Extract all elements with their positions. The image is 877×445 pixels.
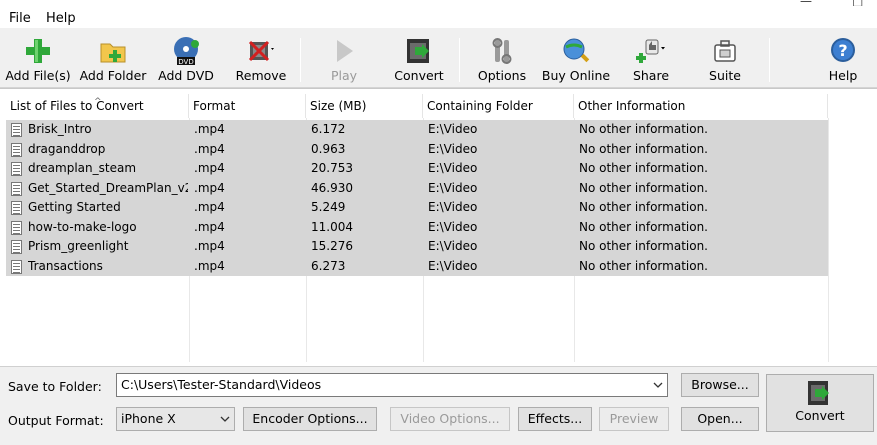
menu-bar: File Help: [0, 6, 877, 28]
svg-text:?: ?: [838, 41, 847, 60]
toolbar-separator: [300, 38, 301, 82]
video-file-icon: [11, 181, 22, 196]
sort-up-icon: ^: [94, 97, 102, 107]
wrench-icon: [487, 36, 517, 66]
column-header-format[interactable]: Format: [189, 94, 306, 118]
video-options-button[interactable]: Video Options...: [390, 407, 510, 431]
column-header-info[interactable]: Other Information: [574, 94, 828, 118]
add-folder-button[interactable]: Add Folder: [78, 36, 148, 86]
options-button[interactable]: Options: [475, 36, 529, 86]
column-header-name[interactable]: ^ List of Files to Convert: [6, 94, 189, 118]
dvd-icon: DVD: [171, 36, 201, 66]
remove-button[interactable]: Remove: [233, 36, 289, 86]
add-dvd-button[interactable]: DVD Add DVD: [157, 36, 215, 86]
svg-text:DVD: DVD: [178, 58, 193, 66]
table-row[interactable]: dreamplan_steam .mp4 20.753 E:\Video No …: [6, 159, 828, 179]
table-row[interactable]: Brisk_Intro .mp4 6.172 E:\Video No other…: [6, 120, 828, 140]
column-divider: [828, 118, 829, 362]
file-list-header: ^ List of Files to Convert Format Size (…: [6, 94, 828, 118]
table-row[interactable]: draganddrop .mp4 0.963 E:\Video No other…: [6, 139, 828, 159]
folder-plus-icon: [98, 36, 128, 66]
help-question-icon: ?: [828, 36, 858, 66]
toolbar: Add File(s) Add Folder DVD Add DVD Remov…: [0, 28, 877, 88]
save-to-folder-label: Save to Folder:: [8, 379, 102, 394]
table-row[interactable]: Transactions .mp4 6.273 E:\Video No othe…: [6, 256, 828, 276]
convert-filmstrip-icon: [806, 380, 834, 406]
toolbar-separator: [459, 38, 460, 82]
play-button[interactable]: Play: [324, 36, 364, 86]
table-row[interactable]: how-to-make-logo .mp4 11.004 E:\Video No…: [6, 217, 828, 237]
suite-briefcase-icon: [710, 36, 740, 66]
convert-toolbar-button[interactable]: Convert: [392, 36, 446, 86]
chevron-down-icon[interactable]: [653, 374, 663, 405]
menu-help[interactable]: Help: [46, 11, 76, 26]
preview-button[interactable]: Preview: [599, 407, 669, 431]
green-plus-icon: [23, 36, 53, 66]
table-row[interactable]: Get_Started_DreamPlan_v2 .mp4 46.930 E:\…: [6, 178, 828, 198]
browse-button[interactable]: Browse...: [681, 373, 759, 397]
video-file-icon: [11, 240, 22, 254]
encoder-options-button[interactable]: Encoder Options...: [243, 407, 377, 431]
share-thumbs-icon: [636, 36, 666, 66]
output-format-label: Output Format:: [8, 413, 104, 428]
video-file-icon: [11, 201, 22, 215]
save-folder-combobox[interactable]: C:\Users\Tester-Standard\Videos: [116, 373, 668, 397]
effects-button[interactable]: Effects...: [518, 407, 592, 431]
open-button[interactable]: Open...: [681, 407, 759, 431]
video-file-icon: [11, 142, 22, 157]
table-row[interactable]: Prism_greenlight .mp4 15.276 E:\Video No…: [6, 237, 828, 257]
play-icon: [329, 36, 359, 66]
suite-button[interactable]: Suite: [702, 36, 748, 86]
chevron-down-icon[interactable]: [220, 408, 230, 439]
add-files-button[interactable]: Add File(s): [5, 36, 71, 86]
video-file-icon: [11, 259, 22, 274]
share-button[interactable]: Share: [627, 36, 675, 86]
list-blank-area: [828, 94, 877, 366]
help-button[interactable]: ? Help: [824, 36, 862, 86]
buy-online-button[interactable]: Buy Online: [541, 36, 611, 86]
convert-button[interactable]: Convert: [766, 374, 874, 432]
convert-filmstrip-icon: [404, 36, 434, 66]
menu-file[interactable]: File: [9, 11, 31, 26]
column-header-size[interactable]: Size (MB): [306, 94, 423, 118]
toolbar-separator: [769, 38, 770, 82]
table-row[interactable]: Getting Started .mp4 5.249 E:\Video No o…: [6, 198, 828, 218]
output-format-select[interactable]: iPhone X: [116, 407, 235, 431]
remove-filmstrip-icon: [246, 36, 276, 66]
video-file-icon: [11, 162, 22, 176]
video-file-icon: [11, 123, 22, 137]
column-header-folder[interactable]: Containing Folder: [423, 94, 574, 118]
globe-search-icon: [561, 36, 591, 66]
video-file-icon: [11, 220, 22, 235]
